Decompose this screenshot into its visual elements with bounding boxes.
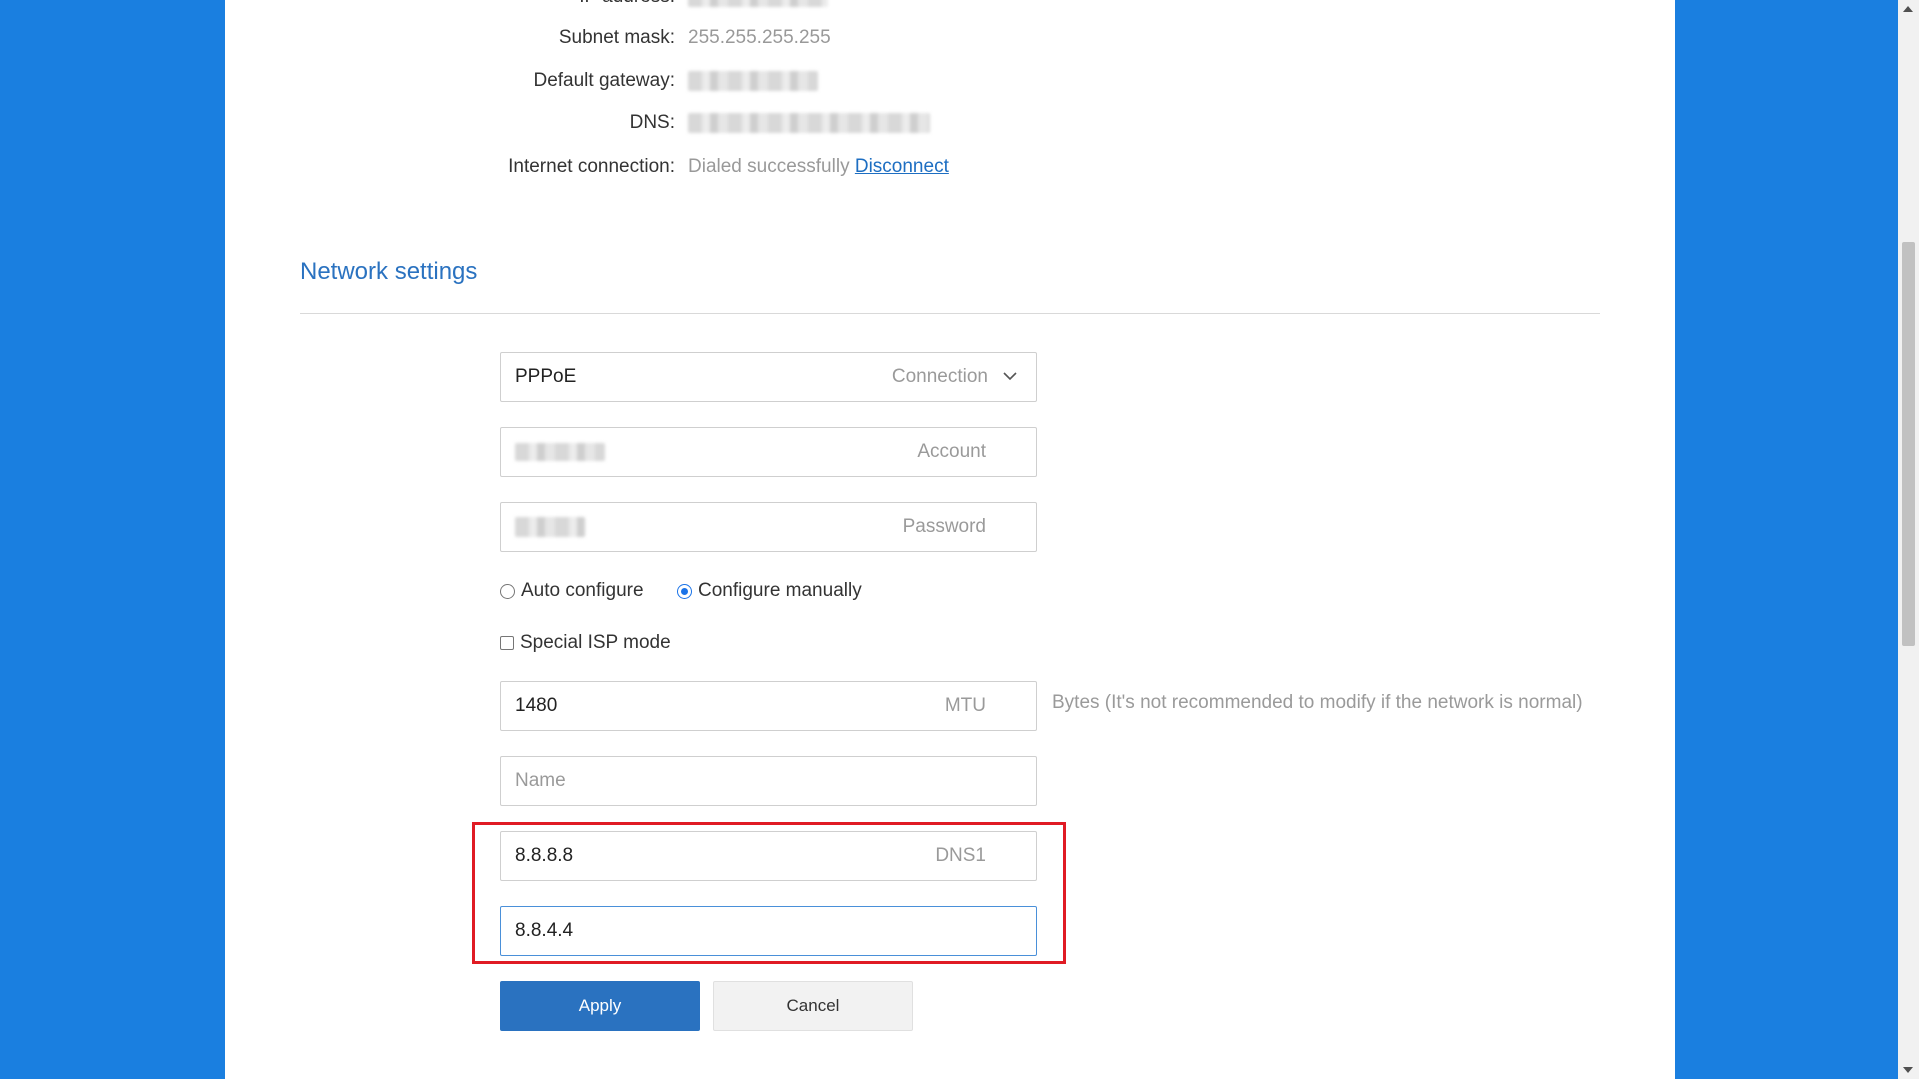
- internet-status-text: Dialed successfully: [688, 156, 850, 177]
- mtu-value: 1480: [515, 695, 558, 716]
- section-divider: [300, 313, 1600, 314]
- subnet-value: 255.255.255.255: [688, 27, 831, 48]
- scroll-down-arrow-icon[interactable]: [1903, 1067, 1913, 1073]
- gateway-row: Default gateway:: [0, 66, 1919, 96]
- name-placeholder: Name: [515, 770, 566, 791]
- password-field[interactable]: Password: [500, 502, 1037, 552]
- ip-address-value: [688, 0, 828, 8]
- internet-label: Internet connection:: [508, 156, 675, 177]
- configure-manually-radio[interactable]: [677, 583, 692, 599]
- dns2-value: 8.8.4.4: [515, 920, 574, 941]
- apply-button[interactable]: Apply: [500, 981, 700, 1031]
- account-value: [515, 441, 917, 463]
- special-isp-checkbox[interactable]: [500, 636, 514, 650]
- auto-configure-option[interactable]: Auto configure: [500, 580, 644, 602]
- password-value: [515, 516, 903, 538]
- auto-configure-label: Auto configure: [521, 580, 644, 601]
- dns1-field[interactable]: 8.8.8.8 DNS1: [500, 831, 1037, 881]
- mtu-field[interactable]: 1480 MTU: [500, 681, 1037, 731]
- cancel-button[interactable]: Cancel: [713, 981, 913, 1031]
- connection-select[interactable]: PPPoE Connection: [500, 352, 1037, 402]
- name-field[interactable]: Name: [500, 756, 1037, 806]
- dns-value: [688, 112, 930, 134]
- mtu-label: MTU: [944, 695, 986, 716]
- disconnect-link[interactable]: Disconnect: [855, 156, 949, 177]
- configure-manually-label: Configure manually: [698, 580, 862, 601]
- internet-value: Dialed successfully Disconnect: [688, 156, 949, 178]
- mtu-hint: Bytes (It's not recommended to modify if…: [1052, 692, 1583, 713]
- scroll-up-arrow-icon[interactable]: [1903, 6, 1913, 12]
- ip-address-label: IP address:: [415, 0, 675, 8]
- vertical-scrollbar[interactable]: [1898, 0, 1919, 1079]
- chevron-down-icon: [1003, 372, 1017, 381]
- gateway-value: [688, 70, 818, 92]
- gateway-label: Default gateway:: [533, 70, 675, 91]
- subnet-row: Subnet mask: 255.255.255.255: [0, 23, 1919, 53]
- account-field[interactable]: Account: [500, 427, 1037, 477]
- connection-label: Connection: [891, 366, 988, 387]
- special-isp-label: Special ISP mode: [520, 632, 671, 653]
- connection-value: PPPoE: [515, 366, 577, 387]
- dns1-label: DNS1: [935, 845, 986, 866]
- dns1-value: 8.8.8.8: [515, 845, 574, 866]
- dns-row: DNS:: [0, 108, 1919, 138]
- special-isp-option[interactable]: Special ISP mode: [500, 632, 671, 654]
- network-settings-title: Network settings: [300, 258, 478, 285]
- account-label: Account: [917, 441, 986, 462]
- subnet-label: Subnet mask:: [558, 27, 675, 48]
- dns2-field[interactable]: 8.8.4.4: [500, 906, 1037, 956]
- ip-address-row: IP address:: [0, 0, 1919, 12]
- dns-label: DNS:: [629, 112, 675, 133]
- configure-manually-option[interactable]: Configure manually: [677, 580, 862, 602]
- internet-row: Internet connection: Dialed successfully…: [0, 152, 1919, 182]
- password-label: Password: [902, 516, 986, 537]
- scroll-thumb[interactable]: [1902, 242, 1915, 646]
- auto-configure-radio[interactable]: [500, 583, 515, 599]
